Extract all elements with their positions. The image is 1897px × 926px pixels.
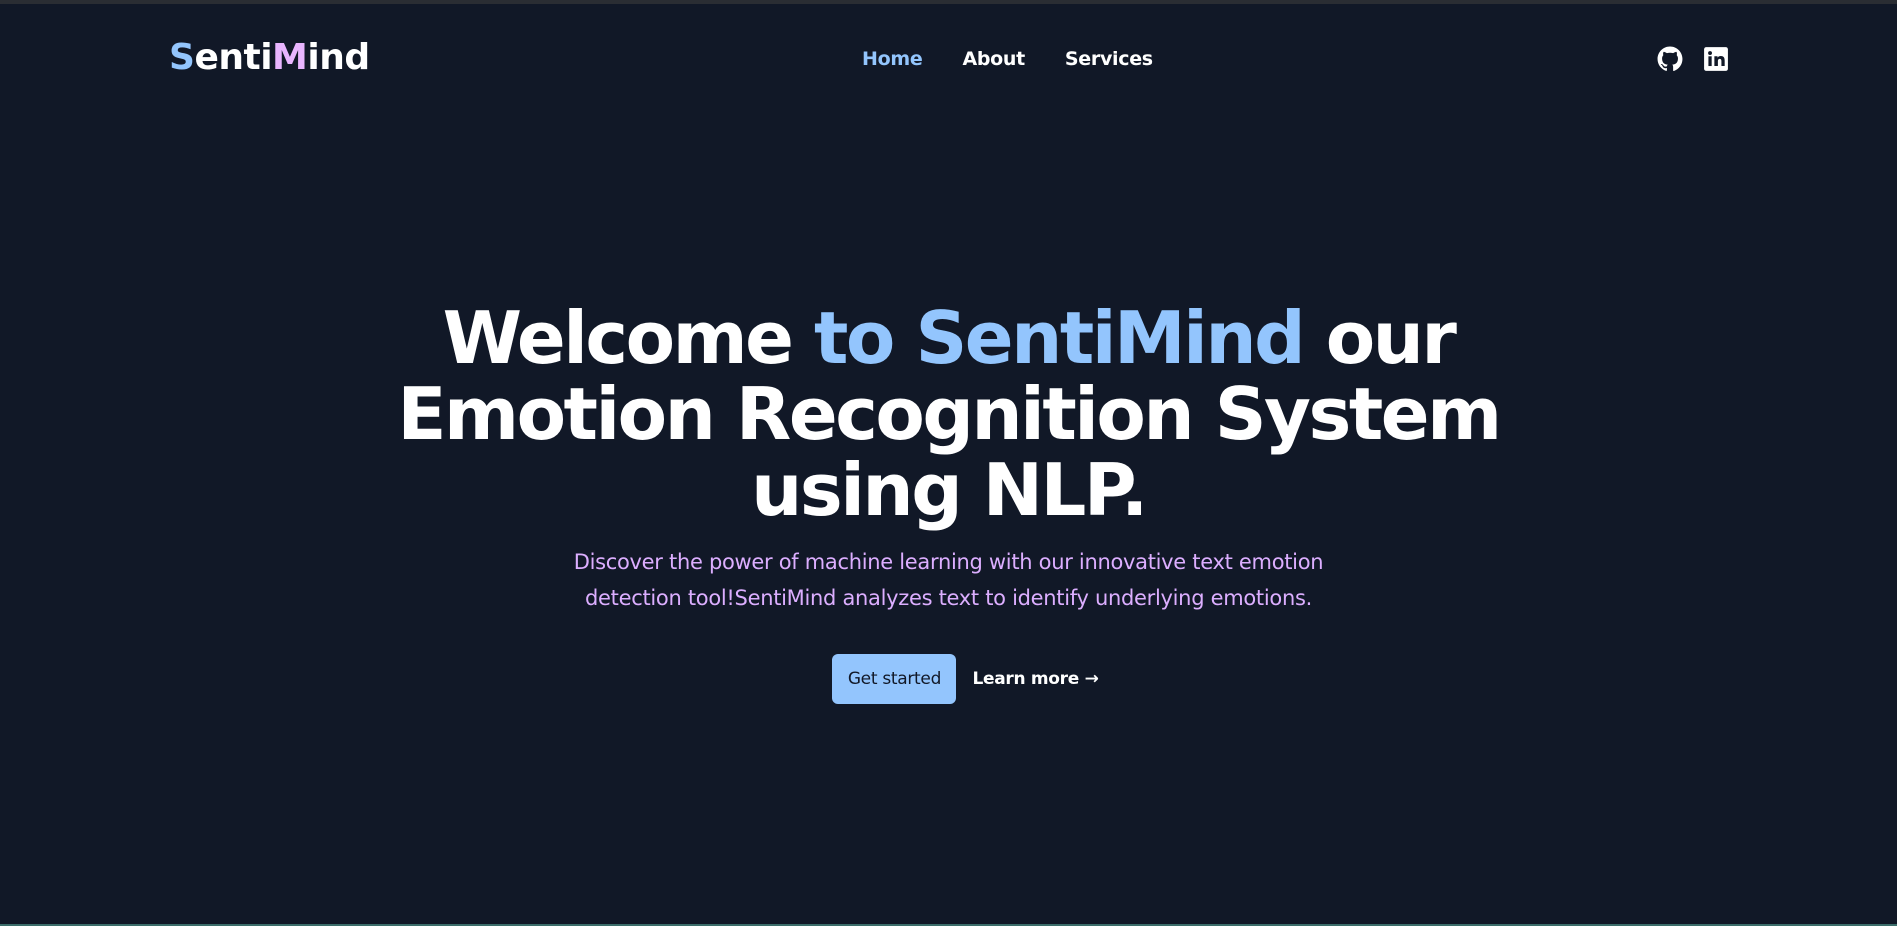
hero-headline: Welcome to SentiMind our Emotion Recogni… — [299, 300, 1599, 528]
main-nav: Home About Services — [862, 48, 1193, 70]
hero-actions: Get started Learn more → — [0, 654, 1897, 704]
headline-start: Welcome — [442, 296, 814, 380]
logo-text-enti: enti — [194, 37, 273, 78]
nav-services[interactable]: Services — [1065, 48, 1153, 70]
site-header: SentiMind Home About Services — [0, 4, 1897, 114]
learn-more-link[interactable]: Learn more → — [972, 669, 1098, 689]
hero-subtitle: Discover the power of machine learning w… — [573, 550, 1324, 610]
hero-section: Welcome to SentiMind our Emotion Recogni… — [0, 300, 1897, 704]
headline-accent: to SentiMind — [814, 296, 1306, 380]
logo-letter-m: M — [272, 37, 308, 78]
brand-logo[interactable]: SentiMind — [169, 37, 370, 78]
logo-letter-s: S — [169, 37, 195, 78]
nav-home[interactable]: Home — [862, 48, 923, 70]
nav-about[interactable]: About — [962, 48, 1025, 70]
social-links — [1657, 46, 1729, 72]
linkedin-icon[interactable] — [1703, 46, 1729, 72]
logo-text-ind: ind — [307, 37, 370, 78]
get-started-button[interactable]: Get started — [832, 654, 957, 704]
github-icon[interactable] — [1657, 46, 1683, 72]
